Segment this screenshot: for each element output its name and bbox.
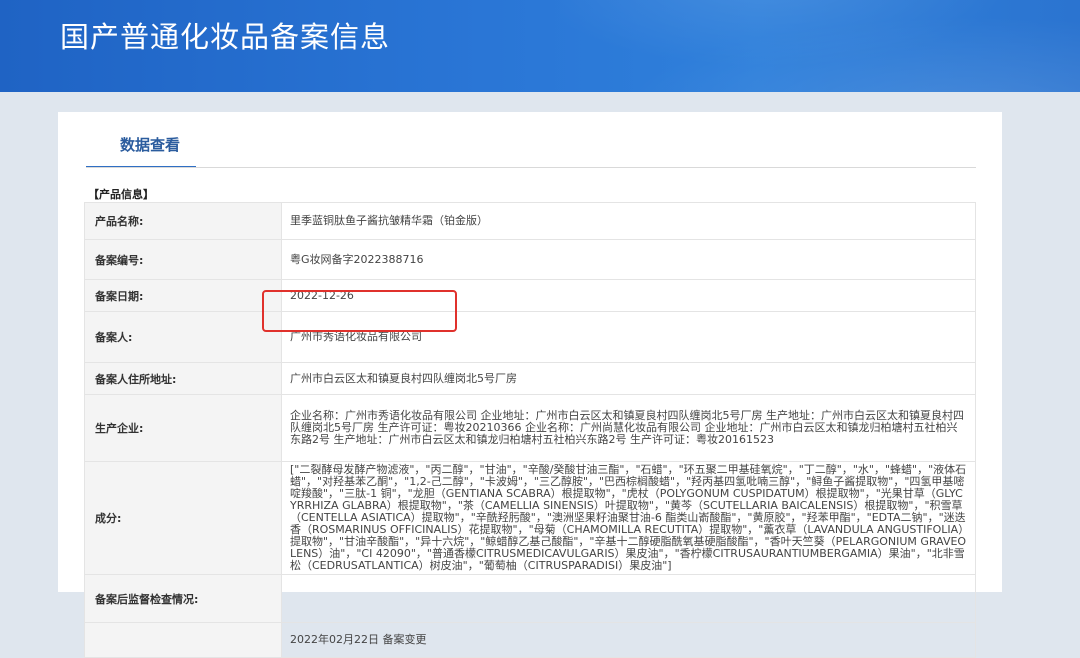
row-label — [84, 622, 282, 658]
section-title: 【产品信息】 — [88, 188, 154, 201]
tab-label: 数据查看 — [120, 136, 181, 154]
highlight-annotation-box — [262, 290, 457, 332]
row-label: 备案后监督检查情况: — [84, 574, 282, 623]
table-row: 成分: ["二裂酵母发酵产物滤液"，"丙二醇"，"甘油"，"辛酸/癸酸甘油三酯"… — [84, 461, 976, 575]
table-row: 备案人: 广州市秀语化妆品有限公司 — [84, 311, 976, 363]
row-value: ["二裂酵母发酵产物滤液"，"丙二醇"，"甘油"，"辛酸/癸酸甘油三酯"，"石蜡… — [281, 461, 976, 575]
row-value: 粤G妆网备字2022388716 — [281, 239, 976, 280]
row-value: 里季蓝铜肽鱼子酱抗皱精华霜（铂金版） — [281, 202, 976, 240]
row-label: 备案人住所地址: — [84, 362, 282, 395]
row-value — [281, 574, 976, 623]
row-value: 2022年02月22日 备案变更 — [281, 622, 976, 658]
table-row: 备案后监督检查情况: — [84, 574, 976, 623]
row-value: 企业名称：广州市秀语化妆品有限公司 企业地址：广州市白云区太和镇夏良村四队缠岗北… — [281, 394, 976, 462]
table-row: 备案编号: 粤G妆网备字2022388716 — [84, 239, 976, 280]
row-label: 生产企业: — [84, 394, 282, 462]
row-label: 备案编号: — [84, 239, 282, 280]
table-row: 产品名称: 里季蓝铜肽鱼子酱抗皱精华霜（铂金版） — [84, 202, 976, 240]
row-value: 广州市白云区太和镇夏良村四队缠岗北5号厂房 — [281, 362, 976, 395]
product-info-table: 产品名称: 里季蓝铜肽鱼子酱抗皱精华霜（铂金版） 备案编号: 粤G妆网备字202… — [84, 202, 976, 658]
row-label: 备案人: — [84, 311, 282, 363]
table-row: 生产企业: 企业名称：广州市秀语化妆品有限公司 企业地址：广州市白云区太和镇夏良… — [84, 394, 976, 462]
page-title: 国产普通化妆品备案信息 — [60, 20, 391, 54]
table-row: 备案日期: 2022-12-26 — [84, 279, 976, 312]
row-label: 成分: — [84, 461, 282, 575]
table-row: 2022年02月22日 备案变更 — [84, 622, 976, 658]
row-label: 产品名称: — [84, 202, 282, 240]
tab-divider — [86, 167, 976, 168]
tab-data-view[interactable]: 数据查看 — [86, 128, 196, 168]
row-label: 备案日期: — [84, 279, 282, 312]
table-row: 备案人住所地址: 广州市白云区太和镇夏良村四队缠岗北5号厂房 — [84, 362, 976, 395]
banner-decoration — [560, 0, 1080, 92]
header-banner: 国产普通化妆品备案信息 — [0, 0, 1080, 92]
